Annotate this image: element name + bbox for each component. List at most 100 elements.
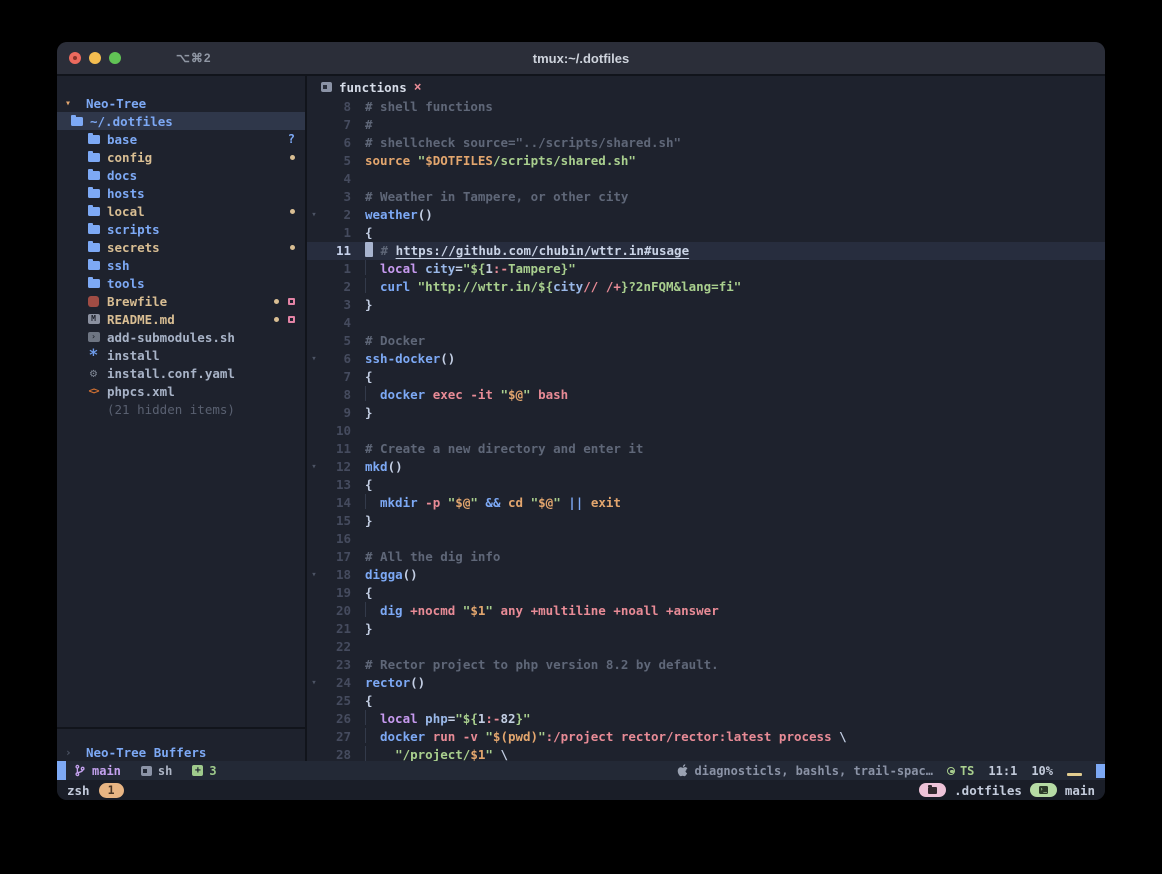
line-number: 13 <box>321 476 351 494</box>
code-line[interactable]: 17# All the dig info <box>307 548 1105 566</box>
tmux-right: .dotfiles ›_ main <box>919 783 1095 798</box>
code-line[interactable]: 9} <box>307 404 1105 422</box>
code-line-text: digga() <box>351 566 418 584</box>
tree-item-docs[interactable]: docs <box>57 166 305 184</box>
code-line[interactable]: 1{ <box>307 224 1105 242</box>
code-line[interactable]: ▾6ssh-docker() <box>307 350 1105 368</box>
code-line[interactable]: 5# Docker <box>307 332 1105 350</box>
code-line[interactable]: ▾12mkd() <box>307 458 1105 476</box>
tree-item-secrets[interactable]: secrets <box>57 238 305 256</box>
code-line[interactable]: 4 <box>307 170 1105 188</box>
code-line[interactable]: 15} <box>307 512 1105 530</box>
code-line[interactable]: 19{ <box>307 584 1105 602</box>
line-number: 26 <box>321 710 351 728</box>
code-line[interactable]: 22 <box>307 638 1105 656</box>
tree-item-label: install <box>107 348 160 363</box>
code-line[interactable]: 27docker run -v "$(pwd)":/project rector… <box>307 728 1105 746</box>
line-number: 5 <box>321 332 351 350</box>
gutter-fold-column <box>307 476 321 494</box>
code-line[interactable]: ▾24rector() <box>307 674 1105 692</box>
tmux-window-name[interactable]: zsh <box>67 783 90 798</box>
treesitter-label: TS <box>960 764 974 778</box>
code-line[interactable]: 21} <box>307 620 1105 638</box>
code-line[interactable]: 4 <box>307 314 1105 332</box>
code-line[interactable]: 16 <box>307 530 1105 548</box>
asterisk-icon: * <box>89 350 99 360</box>
line-number: 3 <box>321 296 351 314</box>
file-icon <box>321 82 332 92</box>
tree-item-install[interactable]: * install <box>57 346 305 364</box>
markdown-icon: M <box>88 314 100 324</box>
code-line-text: docker exec -it "$@" bash <box>351 386 568 404</box>
code-line[interactable]: 2curl "http://wttr.in/${city// /+}?2nFQM… <box>307 278 1105 296</box>
treesitter-status: TS <box>947 764 974 778</box>
gutter-fold-column <box>307 584 321 602</box>
code-line[interactable]: 3# Weather in Tampere, or other city <box>307 188 1105 206</box>
tree-item-readme.md[interactable]: MREADME.md <box>57 310 305 328</box>
close-button[interactable] <box>69 52 81 64</box>
code-line[interactable]: 8# shell functions <box>307 98 1105 116</box>
code-line-text: source "$DOTFILES/scripts/shared.sh" <box>351 152 636 170</box>
code-line[interactable]: 13{ <box>307 476 1105 494</box>
line-number: 10 <box>321 422 351 440</box>
code-line[interactable]: ▾18digga() <box>307 566 1105 584</box>
code-line-text: # https://github.com/chubin/wttr.in#usag… <box>351 242 689 260</box>
line-number: 28 <box>321 746 351 761</box>
tab-functions[interactable]: functions × <box>321 80 422 95</box>
gutter-fold-column <box>307 368 321 386</box>
code-line[interactable]: 11# Create a new directory and enter it <box>307 440 1105 458</box>
tmux-window-index[interactable]: 1 <box>99 783 124 798</box>
code-line[interactable]: 20dig +nocmd "$1" any +multiline +noall … <box>307 602 1105 620</box>
code-line[interactable]: ▾2weather() <box>307 206 1105 224</box>
code-line[interactable]: 6# shellcheck source="../scripts/shared.… <box>307 134 1105 152</box>
buffers-section-header[interactable]: › Neo-Tree Buffers <box>57 727 305 761</box>
folder-icon <box>88 207 100 216</box>
tree-item-label: ssh <box>107 258 130 273</box>
tree-item-tools[interactable]: tools <box>57 274 305 292</box>
tree-item--21-hidden-items-[interactable]: (21 hidden items) <box>57 400 305 418</box>
tree-item-scripts[interactable]: scripts <box>57 220 305 238</box>
code-line[interactable]: 5source "$DOTFILES/scripts/shared.sh" <box>307 152 1105 170</box>
code-line[interactable]: 23# Rector project to php version 8.2 by… <box>307 656 1105 674</box>
tree-item-hosts[interactable]: hosts <box>57 184 305 202</box>
code-line[interactable]: 28 "/project/$1" \ <box>307 746 1105 761</box>
zoom-button[interactable] <box>109 52 121 64</box>
code-line[interactable]: 26local php="${1:-82}" <box>307 710 1105 728</box>
code-line[interactable]: 14mkdir -p "$@" && cd "$@" || exit <box>307 494 1105 512</box>
tree-item-phpcs.xml[interactable]: <>phpcs.xml <box>57 382 305 400</box>
code-line-text: # Weather in Tampere, or other city <box>351 188 628 206</box>
tree-item-config[interactable]: config <box>57 148 305 166</box>
tree-item-install.conf.yaml[interactable]: ⚙install.conf.yaml <box>57 364 305 382</box>
code-line[interactable]: 3} <box>307 296 1105 314</box>
gutter-fold-column <box>307 188 321 206</box>
close-tab-icon[interactable]: × <box>414 80 422 95</box>
untracked-badge: ? <box>288 132 295 146</box>
code-line-current[interactable]: 11 # https://github.com/chubin/wttr.in#u… <box>307 242 1105 260</box>
code-line[interactable]: 10 <box>307 422 1105 440</box>
tree-item-local[interactable]: local <box>57 202 305 220</box>
lsp-status: diagnosticls, bashls, trail-spac… <box>677 764 933 778</box>
folder-icon <box>88 225 100 234</box>
line-number: 19 <box>321 584 351 602</box>
code-line-text: curl "http://wttr.in/${city// /+}?2nFQM&… <box>351 278 741 296</box>
neo-tree-sidebar: ▾ Neo-Tree ~/.dotfilesbase?configdocshos… <box>57 76 307 761</box>
tree-item--.dotfiles[interactable]: ~/.dotfiles <box>57 112 305 130</box>
cursor-shape-indicator <box>1067 773 1082 776</box>
tree-item-ssh[interactable]: ssh <box>57 256 305 274</box>
git-status-badges <box>274 316 295 323</box>
tree-item-base[interactable]: base? <box>57 130 305 148</box>
code-line[interactable]: 7{ <box>307 368 1105 386</box>
tree-item-brewfile[interactable]: Brewfile <box>57 292 305 310</box>
code-buffer[interactable]: 8# shell functions7#6# shellcheck source… <box>307 98 1105 761</box>
folder-icon <box>88 243 100 252</box>
minimize-button[interactable] <box>89 52 101 64</box>
code-line[interactable]: 7# <box>307 116 1105 134</box>
line-number: 20 <box>321 602 351 620</box>
code-line[interactable]: 25{ <box>307 692 1105 710</box>
neo-tree-header[interactable]: ▾ Neo-Tree <box>57 94 305 112</box>
code-line[interactable]: 1local city="${1:-Tampere}" <box>307 260 1105 278</box>
code-line[interactable]: 8docker exec -it "$@" bash <box>307 386 1105 404</box>
tmux-session-name: .dotfiles <box>954 783 1022 798</box>
gutter-fold-column <box>307 440 321 458</box>
tree-item-add-submodules.sh[interactable]: ›add-submodules.sh <box>57 328 305 346</box>
